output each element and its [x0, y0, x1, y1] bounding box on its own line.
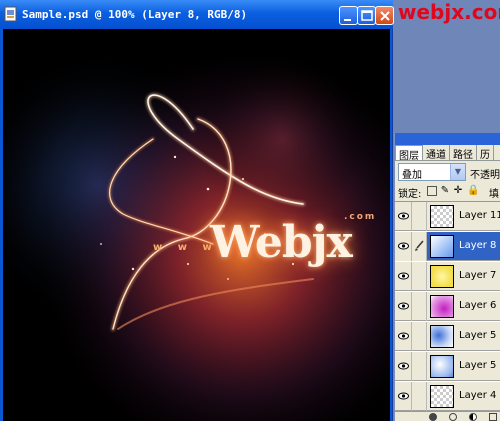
- layer-row[interactable]: Layer 8: [395, 232, 500, 261]
- eye-icon: [398, 242, 409, 250]
- document-title: Sample.psd @ 100% (Layer 8, RGB/8): [22, 8, 248, 21]
- tab-history[interactable]: 历: [477, 145, 494, 161]
- layer-row[interactable]: Layer 11: [395, 202, 500, 231]
- visibility-toggle[interactable]: [395, 292, 412, 321]
- blend-row: 叠加 ▼ 不透明: [395, 163, 500, 183]
- lock-row: 锁定: ✎ ✛ 🔒 填: [395, 183, 500, 201]
- layer-thumbnail: [430, 355, 454, 378]
- link-cell[interactable]: [412, 352, 427, 381]
- link-cell[interactable]: [412, 322, 427, 351]
- fill-label: 填: [489, 189, 499, 200]
- panel-titlebar[interactable]: [395, 133, 500, 145]
- link-cell[interactable]: [412, 292, 427, 321]
- layer-row[interactable]: Layer 5: [395, 352, 500, 381]
- eye-icon: [398, 392, 409, 400]
- tab-channels[interactable]: 通道: [423, 145, 450, 161]
- link-cell[interactable]: [412, 382, 427, 411]
- layer-thumbnail: [430, 265, 454, 288]
- close-icon: [380, 11, 390, 21]
- eye-icon: [398, 212, 409, 220]
- opacity-label: 不透明: [470, 170, 500, 181]
- eye-icon: [398, 272, 409, 280]
- maximize-button[interactable]: [357, 6, 376, 25]
- layer-row[interactable]: Layer 6: [395, 292, 500, 321]
- photoshop-doc-icon: [4, 6, 17, 22]
- image-canvas[interactable]: w w w Webjx .com: [3, 29, 390, 421]
- chevron-down-icon[interactable]: ▼: [450, 164, 465, 180]
- lock-all-icon[interactable]: 🔒: [467, 186, 479, 196]
- document-titlebar[interactable]: Sample.psd @ 100% (Layer 8, RGB/8): [0, 0, 394, 29]
- blend-mode-value: 叠加: [402, 170, 422, 181]
- document-window: Sample.psd @ 100% (Layer 8, RGB/8) w w w…: [0, 0, 394, 421]
- layer-name: Layer 5: [459, 360, 497, 371]
- panel-footer: [395, 411, 500, 421]
- visibility-toggle[interactable]: [395, 262, 412, 291]
- layer-name: Layer 5 c: [459, 330, 500, 341]
- visibility-toggle[interactable]: [395, 382, 412, 411]
- layer-thumbnail: [430, 235, 454, 258]
- layer-mask-icon[interactable]: [449, 413, 457, 421]
- tab-layers[interactable]: 图层: [395, 145, 423, 162]
- layer-name: Layer 11: [459, 210, 500, 221]
- layer-row[interactable]: Layer 5 c: [395, 322, 500, 351]
- artwork-suffix: .com: [344, 212, 377, 222]
- layer-name: Layer 4: [459, 390, 497, 401]
- visibility-toggle[interactable]: [395, 232, 412, 261]
- layer-thumbnail: [430, 205, 454, 228]
- artwork-word: Webjx: [210, 217, 353, 268]
- visibility-toggle[interactable]: [395, 352, 412, 381]
- tab-paths[interactable]: 路径: [450, 145, 477, 161]
- layer-thumbnail: [430, 325, 454, 348]
- lock-position-icon[interactable]: ✛: [453, 186, 463, 196]
- new-group-icon[interactable]: [489, 413, 497, 421]
- layer-row[interactable]: Layer 4: [395, 382, 500, 411]
- artwork-prefix: w w w: [153, 242, 218, 253]
- link-cell[interactable]: [412, 202, 427, 231]
- close-button[interactable]: [375, 6, 394, 25]
- layer-style-icon[interactable]: [429, 413, 437, 421]
- layer-row[interactable]: Layer 7: [395, 262, 500, 291]
- layer-name: Layer 8: [459, 240, 497, 251]
- visibility-toggle[interactable]: [395, 202, 412, 231]
- link-cell[interactable]: [412, 262, 427, 291]
- brush-cell[interactable]: [412, 232, 427, 261]
- eye-icon: [398, 302, 409, 310]
- lock-transparency-icon[interactable]: [427, 186, 437, 196]
- watermark: webjx.com: [398, 0, 500, 24]
- visibility-toggle[interactable]: [395, 322, 412, 351]
- eye-icon: [398, 362, 409, 370]
- minimize-button[interactable]: [339, 6, 358, 25]
- blend-mode-select[interactable]: 叠加 ▼: [398, 163, 466, 181]
- brush-icon: [415, 240, 424, 251]
- layer-name: Layer 6: [459, 300, 497, 311]
- layer-thumbnail: [430, 295, 454, 318]
- layer-thumbnail: [430, 385, 454, 408]
- lock-label: 锁定:: [398, 189, 422, 200]
- panel-tabs: 图层 通道 路径 历: [395, 145, 500, 162]
- layer-name: Layer 7: [459, 270, 497, 281]
- adjustment-layer-icon[interactable]: [469, 413, 477, 421]
- layers-panel: 图层 通道 路径 历 叠加 ▼ 不透明 锁定: ✎ ✛ 🔒 填 Layer 11: [394, 133, 500, 421]
- layer-list: Layer 11 Layer 8 Layer 7 Layer 6 Layer 5…: [395, 201, 500, 411]
- eye-icon: [398, 332, 409, 340]
- lock-pixels-icon[interactable]: ✎: [440, 186, 450, 196]
